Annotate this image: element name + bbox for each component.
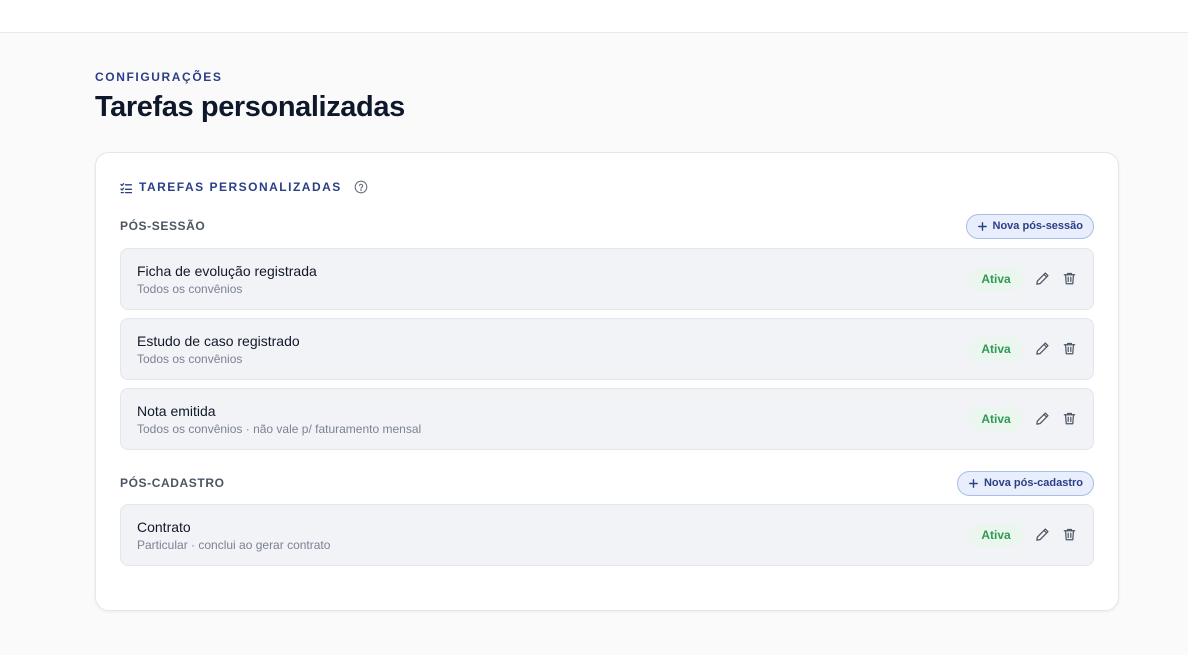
edit-task-button[interactable] xyxy=(1033,269,1051,287)
pencil-icon xyxy=(1035,341,1049,355)
pencil-icon xyxy=(1035,411,1049,425)
delete-task-button[interactable] xyxy=(1060,409,1078,427)
edit-task-button[interactable] xyxy=(1033,525,1051,543)
plus-icon xyxy=(977,221,987,231)
status-badge: Ativa xyxy=(969,523,1023,547)
edit-task-button[interactable] xyxy=(1033,339,1051,357)
page-header: CONFIGURAÇÕES Tarefas personalizadas xyxy=(95,70,405,124)
breadcrumb: CONFIGURAÇÕES xyxy=(95,70,223,84)
list-check-icon xyxy=(120,181,133,194)
task-subtitle: Todos os convênios xyxy=(137,352,243,366)
card-header: TAREFAS PERSONALIZADAS xyxy=(120,180,368,194)
page-title: Tarefas personalizadas xyxy=(95,91,405,123)
pencil-icon xyxy=(1035,527,1049,541)
task-row: Nota emitida Todos os convênios · não va… xyxy=(120,388,1094,450)
new-post-session-button[interactable]: Nova pós-sessão xyxy=(965,213,1094,239)
trash-icon xyxy=(1063,342,1075,354)
task-row: Estudo de caso registrado Todos os convê… xyxy=(120,318,1094,380)
top-bar xyxy=(0,0,1188,33)
task-row: Contrato Particular · conclui ao gerar c… xyxy=(120,504,1094,566)
delete-task-button[interactable] xyxy=(1060,269,1078,287)
section-label: PÓS-SESSÃO xyxy=(120,219,206,233)
task-name: Ficha de evolução registrada xyxy=(137,263,317,279)
edit-task-button[interactable] xyxy=(1033,409,1051,427)
help-circle-icon[interactable] xyxy=(354,180,368,194)
delete-task-button[interactable] xyxy=(1060,339,1078,357)
trash-icon xyxy=(1063,528,1075,540)
trash-icon xyxy=(1063,272,1075,284)
pencil-icon xyxy=(1035,271,1049,285)
plus-icon xyxy=(969,478,978,488)
section-post-registration: PÓS-CADASTRO Nova pós-cadastro xyxy=(120,470,1094,496)
status-badge: Ativa xyxy=(969,337,1023,361)
delete-task-button[interactable] xyxy=(1060,525,1078,543)
status-badge: Ativa xyxy=(969,407,1023,431)
task-row: Ficha de evolução registrada Todos os co… xyxy=(120,248,1094,310)
status-badge: Ativa xyxy=(969,267,1023,291)
task-name: Estudo de caso registrado xyxy=(137,333,300,349)
section-label: PÓS-CADASTRO xyxy=(120,476,225,490)
task-name: Nota emitida xyxy=(137,403,216,419)
new-button-label: Nova pós-sessão xyxy=(992,220,1083,232)
section-post-session: PÓS-SESSÃO Nova pós-sessão xyxy=(120,213,1094,239)
card-title: TAREFAS PERSONALIZADAS xyxy=(139,180,342,194)
trash-icon xyxy=(1063,412,1075,424)
task-subtitle: Todos os convênios xyxy=(137,282,243,296)
custom-tasks-card: TAREFAS PERSONALIZADAS PÓS-SESSÃO Nova p… xyxy=(95,152,1119,611)
new-button-label: Nova pós-cadastro xyxy=(983,477,1083,489)
task-subtitle: Todos os convênios · não vale p/ faturam… xyxy=(137,422,422,436)
task-subtitle: Particular · conclui ao gerar contrato xyxy=(137,538,331,552)
task-name: Contrato xyxy=(137,519,191,535)
new-post-registration-button[interactable]: Nova pós-cadastro xyxy=(956,470,1094,496)
